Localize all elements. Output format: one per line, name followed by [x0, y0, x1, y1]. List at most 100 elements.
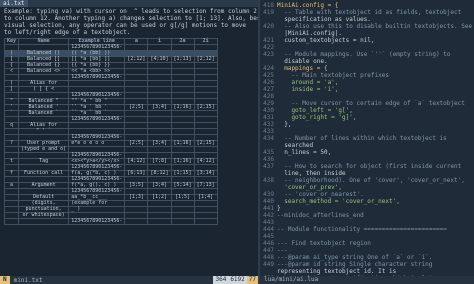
code-line: 425 -- Main textobject prefixes [260, 72, 474, 79]
cell-i: [4;10] [147, 56, 172, 63]
code-line: 420 -- Also use this to disable builtin … [260, 23, 474, 30]
line-number: 437 [263, 163, 274, 170]
line-text: goto_right = 'g]', [277, 114, 357, 121]
code-pane[interactable]: 418 MiniAi.config = {419 -- Table with te… [260, 0, 474, 284]
line-number: 431 [263, 114, 274, 121]
cell-example: 1234567890123456- [68, 74, 126, 81]
line-text: -- Number of lines within which textobje… [277, 135, 447, 142]
position-col: 77 [246, 276, 258, 284]
cell-i2: [2;15] [193, 104, 218, 111]
line-text: around = 'a', [277, 79, 339, 86]
line-number: 420 [263, 23, 274, 30]
code-line: 444 -- Module functionality =============… [260, 226, 474, 233]
cell-i2: [4;12] [193, 158, 218, 165]
line-number [260, 30, 277, 37]
line-text: representing textobject id. It is [277, 268, 397, 275]
line-text [277, 128, 474, 135]
line-number: 432 [263, 121, 274, 128]
line-number: 435 [263, 149, 274, 156]
line-text: -- Module functionality ================… [277, 226, 447, 233]
code-line: 430 goto_left = 'g[', [260, 107, 474, 114]
help-line: to left/right edge of a textobject. [4, 29, 131, 36]
code-line: representing textobject id. It is [260, 268, 474, 275]
cell-example: 1234567890123456- [68, 116, 126, 123]
line-number: 439 [263, 191, 274, 198]
line-number [260, 268, 277, 275]
tab-ai-txt[interactable]: ai.txt [0, 0, 28, 7]
cell-a2: [1;15] [170, 170, 195, 177]
code-line: 422 [260, 44, 474, 51]
line-text: --minidoc_afterlines_end [277, 212, 364, 219]
line-text [277, 219, 474, 226]
line-text: n_lines = 50, [277, 149, 332, 156]
line-number: 446 [263, 240, 274, 247]
code-line: 438 -- neighborhood). One of 'cover', 'c… [260, 177, 474, 184]
code-line: 428 [260, 93, 474, 100]
code-line: line, then inside [260, 170, 474, 177]
position-total: 6192 [228, 276, 247, 284]
line-text: }, [277, 121, 292, 128]
code-line: 424 mappings = { [260, 65, 474, 72]
help-line: Example: typing va) with cursor on ^ lea… [4, 8, 257, 15]
line-text: --- Find textobject region [277, 240, 371, 247]
line-number: 421 [263, 37, 274, 44]
code-line: 427 inside = 'i', [260, 86, 474, 93]
cell-i2: [7;13] [193, 182, 218, 189]
line-number: 423 [263, 51, 274, 58]
textobject-table: Key Name Example line a i 2a 2i 12345678901234… [3, 38, 218, 225]
code-line: 436 [260, 156, 474, 163]
mode-indicator: N [0, 276, 10, 284]
line-text: line, then inside [277, 170, 346, 177]
position-line: 364 [213, 276, 229, 284]
line-number: 448 [263, 254, 274, 261]
code-line: 442 --minidoc_afterlines_end [260, 212, 474, 219]
code-line: 431 goto_right = 'g]', [260, 114, 474, 121]
line-number: 429 [263, 100, 274, 107]
line-number [260, 170, 277, 177]
line-text: searched [277, 142, 314, 149]
code-line: 445 [260, 233, 474, 240]
line-number: 445 [263, 233, 274, 240]
code-line: 443 [260, 219, 474, 226]
line-text: -- Move cursor to certain edge of `a` te… [277, 100, 465, 107]
line-number [260, 58, 277, 65]
line-number: 441 [263, 205, 274, 212]
line-number: 425 [263, 72, 274, 79]
line-number: 443 [263, 219, 274, 226]
line-number: 438 [263, 177, 274, 184]
line-text: search_method = 'cover_or_next', [277, 198, 400, 205]
code-buffer[interactable]: 418 MiniAi.config = {419 -- Table with te… [260, 0, 474, 282]
code-line: 441} [260, 205, 474, 212]
line-text [277, 156, 474, 163]
cell-i [147, 218, 172, 225]
cell-name: Function call [18, 170, 70, 177]
code-line: 437 -- How to search for object (first i… [260, 163, 474, 170]
code-line: 448 ---@param ai_type string One of `a` o… [260, 254, 474, 261]
line-number: 422 [263, 44, 274, 51]
line-number [260, 184, 277, 191]
code-line: 447 --- [260, 247, 474, 254]
line-number: 434 [263, 135, 274, 142]
left-file-name: mini.txt [13, 276, 43, 284]
line-text: ---@param ai_type string One of `a` or `… [277, 254, 433, 261]
line-text: -- How to search for object (first insid… [277, 163, 462, 170]
cell-i2: [2;15] [193, 140, 218, 147]
cell-a: [2;12] [124, 56, 149, 63]
line-number [260, 142, 277, 149]
line-number: 440 [263, 198, 274, 205]
cell-i2: [2;12] [193, 56, 218, 63]
right-statusline: lua/mini/ai.lua [260, 276, 474, 284]
line-text: 'cover_or_prev', [277, 184, 343, 191]
line-text: MiniAi.config = { [277, 2, 339, 9]
help-pane[interactable]: ai.txt Example: typing va) with cursor o… [0, 0, 258, 284]
line-number: 449 [263, 261, 274, 268]
line-text: --- [277, 247, 288, 254]
line-text: disable one. [277, 58, 328, 65]
code-line: |MiniAi.config|. [260, 30, 474, 37]
left-statusline: N mini.txt 364 6192 77 [0, 276, 258, 284]
cell-key [3, 218, 20, 225]
line-text: -- Table with textobject id as fields, t… [277, 9, 462, 16]
table-row: 1234567890123456- [3, 218, 218, 225]
cell-a2: [1;16] [170, 104, 195, 111]
line-text: } [277, 205, 281, 212]
